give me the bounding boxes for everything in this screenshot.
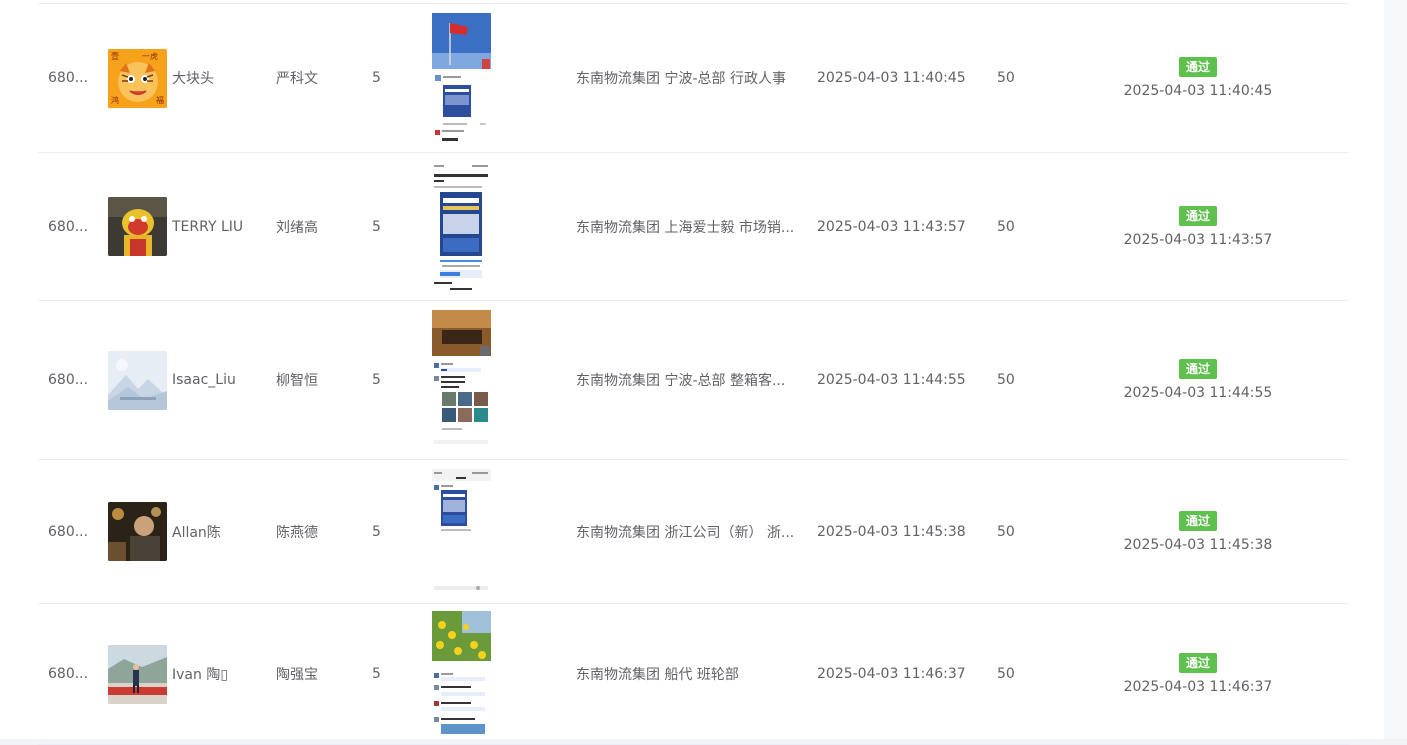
tiger-cartoon-avatar[interactable]: 壹 一虎 鸿 福 [108,48,167,108]
status-cell: 通过 2025-04-03 11:43:57 [1098,153,1298,300]
share-count: 5 [372,70,381,86]
record-id: 680... [48,523,89,540]
employee-name: 刘绪高 [276,219,318,236]
submit-time: 2025-04-03 11:44:55 [817,372,966,388]
status-cell: 通过 2025-04-03 11:46:37 [1098,604,1298,744]
record-id: 680... [48,666,89,682]
score: 50 [997,372,1015,388]
department: 东南物流集团 船代 班轮部 [576,604,798,744]
review-time: 2025-04-03 11:44:55 [1123,385,1273,401]
table-row[interactable]: 680... TERRY LIU 刘绪高 5 东南物流集团 上海爱士毅 市场销.… [38,153,1349,301]
screenshot-cell [432,460,494,603]
nickname: Allan陈 [172,524,221,541]
review-time: 2025-04-03 11:40:45 [1123,83,1273,99]
status-badge: 通过 [1178,359,1217,379]
submit-time: 2025-04-03 11:43:57 [817,218,966,235]
nickname: Ivan 陶▯ [172,667,229,683]
table-row[interactable]: 680... Ivan 陶▯ 陶强宝 5 东南物流集团 船代 班轮部 2025-… [38,604,1349,745]
record-id: 680... [48,218,89,235]
score: 50 [997,218,1015,235]
status-badge: 通过 [1178,653,1217,673]
page-scrollbar[interactable] [1384,0,1407,739]
employee-name: 严科文 [276,71,318,87]
department-text: 东南物流集团 上海爱士毅 市场销... [576,219,795,236]
tiger-avatar-glyph: 壹 [111,51,119,61]
night-portrait-avatar[interactable] [108,502,167,561]
status-badge: 通过 [1178,57,1217,77]
review-time: 2025-04-03 11:43:57 [1123,231,1273,248]
record-id: 680... [48,70,89,86]
outdoor-person-avatar[interactable] [108,644,167,704]
status-cell: 通过 2025-04-03 11:44:55 [1098,301,1298,459]
share-count: 5 [372,372,381,388]
flowers-moments-screenshot[interactable] [432,611,491,737]
department-text: 东南物流集团 船代 班轮部 [576,667,739,683]
department-text: 东南物流集团 浙江公司（新） 浙... [576,524,795,541]
records-table: 680... 壹 一虎 鸿 福 大块头 严科文 5 东南物流集团 宁波-总部 行… [38,3,1349,745]
department: 东南物流集团 宁波-总部 行政人事 [576,4,798,152]
department-text: 东南物流集团 宁波-总部 整箱客... [576,373,786,389]
submit-time: 2025-04-03 11:40:45 [817,70,966,86]
submit-time: 2025-04-03 11:45:38 [817,523,966,540]
screenshot-cell [432,301,494,459]
content-panel: 680... 壹 一虎 鸿 福 大块头 严科文 5 东南物流集团 宁波-总部 行… [0,0,1384,745]
score: 50 [997,523,1015,540]
nickname: Isaac_Liu [172,372,236,388]
department: 东南物流集团 宁波-总部 整箱客... [576,301,798,459]
landscape-placeholder-avatar[interactable] [108,350,167,410]
screenshot-cell [432,4,494,152]
department: 东南物流集团 上海爱士毅 市场销... [576,153,798,300]
flag-moments-screenshot[interactable] [432,13,491,143]
avatar-cell: 壹 一虎 鸿 福 [108,4,168,152]
share-post-screenshot[interactable] [432,469,491,594]
tiger-avatar-glyph: 一虎 [142,51,158,61]
status-cell: 通过 2025-04-03 11:45:38 [1098,460,1298,603]
article-moments-screenshot[interactable] [432,161,491,292]
avatar-cell [108,153,168,300]
employee-name: 陶强宝 [276,667,318,683]
screenshot-cell [432,153,494,300]
review-time: 2025-04-03 11:45:38 [1123,536,1273,553]
submit-time: 2025-04-03 11:46:37 [817,666,966,682]
record-id: 680... [48,372,89,388]
avatar-cell [108,604,168,744]
department: 东南物流集团 浙江公司（新） 浙... [576,460,798,603]
share-count: 5 [372,666,381,682]
lion-dance-avatar[interactable] [108,197,167,256]
share-count: 5 [372,218,381,235]
table-row[interactable]: 680... Allan陈 陈燕德 5 东南物流集团 浙江公司（新） 浙... … [38,460,1349,604]
employee-name: 柳智恒 [276,373,318,389]
table-row[interactable]: 680... 壹 一虎 鸿 福 大块头 严科文 5 东南物流集团 宁波-总部 行… [38,4,1349,153]
score: 50 [997,666,1015,682]
department-text: 东南物流集团 宁波-总部 行政人事 [576,71,786,87]
table-row[interactable]: 680... Isaac_Liu 柳智恒 5 东南物流集团 宁波-总部 整箱客.… [38,301,1349,460]
review-time: 2025-04-03 11:46:37 [1123,679,1273,695]
screenshot-cell [432,604,494,744]
status-cell: 通过 2025-04-03 11:40:45 [1098,4,1298,152]
status-badge: 通过 [1178,205,1217,226]
tiger-avatar-glyph: 鸿 [111,95,119,105]
avatar-cell [108,301,168,459]
nickname: 大块头 [172,71,214,87]
score: 50 [997,70,1015,86]
tiger-avatar-glyph: 福 [156,95,164,105]
employee-name: 陈燕德 [276,524,318,541]
photo-grid-moments-screenshot[interactable] [432,310,491,450]
share-count: 5 [372,523,381,540]
status-badge: 通过 [1178,510,1217,531]
nickname: TERRY LIU [172,218,244,235]
avatar-cell [108,460,168,603]
